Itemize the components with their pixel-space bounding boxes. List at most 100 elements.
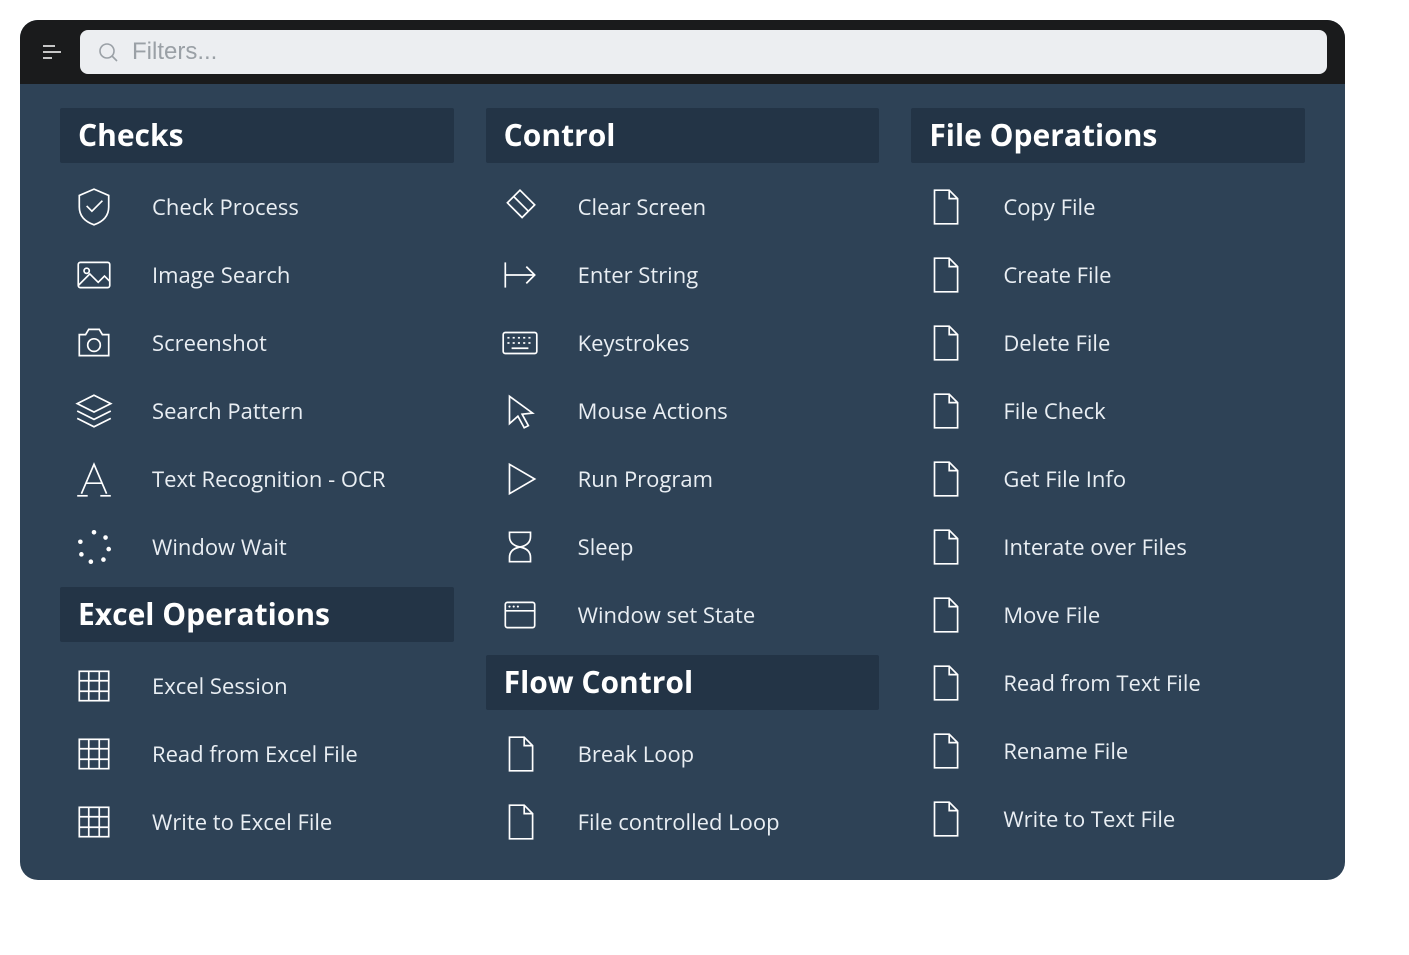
palette-item[interactable]: Excel Session (60, 652, 454, 720)
file-icon (921, 661, 969, 705)
palette-item-label: Write to Text File (1003, 804, 1175, 834)
window-icon (496, 593, 544, 637)
palette-item-label: Keystrokes (578, 328, 690, 358)
palette-item[interactable]: Keystrokes (486, 309, 880, 377)
palette-column: File Operations Copy File Create File Delet… (911, 102, 1305, 856)
file-icon (921, 593, 969, 637)
palette-item-label: Interate over Files (1003, 532, 1187, 562)
palette-item-label: Excel Session (152, 671, 288, 701)
palette-item-label: Write to Excel File (152, 807, 332, 837)
hourglass-icon (496, 525, 544, 569)
palette-item[interactable]: Sleep (486, 513, 880, 581)
palette-item-label: Sleep (578, 532, 634, 562)
section-header: Control (486, 108, 880, 163)
camera-icon (70, 321, 118, 365)
palette-item-label: Move File (1003, 600, 1100, 630)
palette-item-label: Search Pattern (152, 396, 303, 426)
palette-content: Checks Check Process Image Search Screensho… (20, 84, 1345, 880)
palette-item[interactable]: Search Pattern (60, 377, 454, 445)
palette-item-label: Create File (1003, 260, 1111, 290)
file-icon (921, 389, 969, 433)
palette-column: Checks Check Process Image Search Screensho… (60, 102, 454, 856)
palette-item-label: Copy File (1003, 192, 1095, 222)
play-icon (496, 457, 544, 501)
palette-item[interactable]: Delete File (911, 309, 1305, 377)
file-icon (921, 185, 969, 229)
palette-item[interactable]: Write to Text File (911, 785, 1305, 853)
palette-item-label: Check Process (152, 192, 299, 222)
arrow-right-bar-icon (496, 253, 544, 297)
palette-item[interactable]: Enter String (486, 241, 880, 309)
section-header: Flow Control (486, 655, 880, 710)
palette-item-label: Get File Info (1003, 464, 1126, 494)
palette-item-label: Run Program (578, 464, 713, 494)
palette-item-label: Rename File (1003, 736, 1128, 766)
layers-icon (70, 389, 118, 433)
palette-item-label: Delete File (1003, 328, 1110, 358)
letter-a-icon (70, 457, 118, 501)
section-header: Excel Operations (60, 587, 454, 642)
palette-item-label: Window Wait (152, 532, 287, 562)
grid-icon (70, 732, 118, 776)
palette-item[interactable]: File controlled Loop (486, 788, 880, 856)
palette-item[interactable]: Window set State (486, 581, 880, 649)
palette-item[interactable]: Clear Screen (486, 173, 880, 241)
palette-item-label: Break Loop (578, 739, 694, 769)
dots-circle-icon (70, 525, 118, 569)
shield-check-icon (70, 185, 118, 229)
tool-palette-panel: Checks Check Process Image Search Screensho… (20, 20, 1345, 880)
palette-item[interactable]: Write to Excel File (60, 788, 454, 856)
palette-item[interactable]: Copy File (911, 173, 1305, 241)
palette-item[interactable]: Read from Excel File (60, 720, 454, 788)
grid-icon (70, 664, 118, 708)
palette-item-label: Image Search (152, 260, 290, 290)
palette-item[interactable]: Get File Info (911, 445, 1305, 513)
file-icon (921, 525, 969, 569)
palette-column: Control Clear Screen Enter String Keystroke… (486, 102, 880, 856)
palette-item-label: File controlled Loop (578, 807, 780, 837)
palette-item[interactable]: Rename File (911, 717, 1305, 785)
section-header: Checks (60, 108, 454, 163)
eraser-icon (496, 185, 544, 229)
menu-icon (40, 40, 64, 64)
palette-item[interactable]: Mouse Actions (486, 377, 880, 445)
cursor-icon (496, 389, 544, 433)
palette-item[interactable]: Run Program (486, 445, 880, 513)
palette-item-label: Mouse Actions (578, 396, 728, 426)
search-icon (96, 40, 120, 64)
palette-item-label: File Check (1003, 396, 1105, 426)
palette-item[interactable]: Move File (911, 581, 1305, 649)
palette-item-label: Text Recognition - OCR (152, 464, 385, 494)
palette-item[interactable]: Read from Text File (911, 649, 1305, 717)
palette-item-label: Enter String (578, 260, 699, 290)
file-icon (921, 457, 969, 501)
palette-item[interactable]: Check Process (60, 173, 454, 241)
file-icon (496, 732, 544, 776)
palette-item[interactable]: Interate over Files (911, 513, 1305, 581)
grid-icon (70, 800, 118, 844)
palette-item-label: Read from Excel File (152, 739, 358, 769)
palette-item-label: Screenshot (152, 328, 267, 358)
palette-item-label: Read from Text File (1003, 668, 1200, 698)
file-icon (921, 253, 969, 297)
palette-item-label: Clear Screen (578, 192, 707, 222)
filter-input[interactable] (132, 38, 1311, 66)
file-icon (921, 729, 969, 773)
search-box[interactable] (80, 30, 1327, 74)
menu-button[interactable] (38, 38, 66, 66)
keyboard-icon (496, 321, 544, 365)
palette-item-label: Window set State (578, 600, 756, 630)
palette-item[interactable]: Text Recognition - OCR (60, 445, 454, 513)
palette-item[interactable]: Screenshot (60, 309, 454, 377)
palette-item[interactable]: Window Wait (60, 513, 454, 581)
image-icon (70, 253, 118, 297)
palette-item[interactable]: Break Loop (486, 720, 880, 788)
palette-item[interactable]: Create File (911, 241, 1305, 309)
palette-item[interactable]: File Check (911, 377, 1305, 445)
file-icon (921, 797, 969, 841)
top-bar (20, 20, 1345, 84)
section-header: File Operations (911, 108, 1305, 163)
file-icon (921, 321, 969, 365)
file-icon (496, 800, 544, 844)
palette-item[interactable]: Image Search (60, 241, 454, 309)
